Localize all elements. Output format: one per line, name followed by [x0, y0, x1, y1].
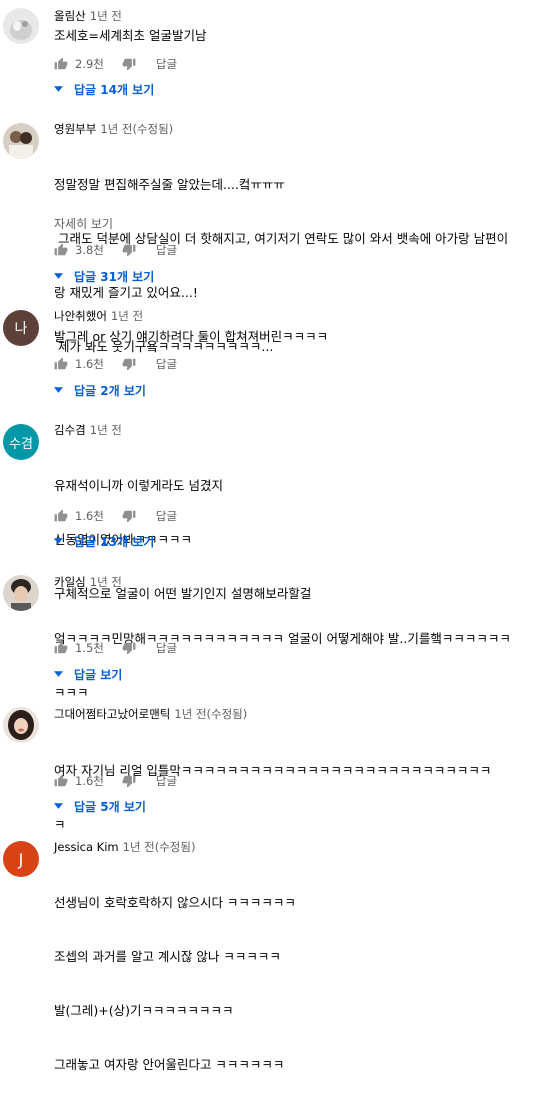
reply-button[interactable]: 답글 [156, 56, 177, 72]
comment-line: 조세호=세계최초 얼굴발기남 [54, 28, 207, 43]
comment-time[interactable]: 1년 전 [90, 423, 122, 437]
comment-text: 조세호=세계최초 얼굴발기남 [54, 27, 206, 45]
thumbs-down-icon[interactable] [122, 243, 136, 257]
view-replies-label: 답글 13개 보기 [74, 534, 155, 549]
thumbs-up-icon[interactable] [54, 641, 68, 655]
comment-time[interactable]: 1년 전 [90, 575, 122, 589]
view-replies-button[interactable]: 답글 13개 보기 [54, 532, 154, 550]
comment-time[interactable]: 1년 전(수정됨) [100, 122, 173, 136]
view-replies-label: 답글 5개 보기 [74, 799, 146, 814]
view-replies-button[interactable]: 답글 2개 보기 [54, 381, 146, 399]
caret-down-icon [54, 671, 63, 677]
like-count: 2.9천 [75, 57, 104, 71]
comment-line: 발그레 or 상기 얘기하려다 둘이 합쳐져버린ㅋㅋㅋㅋ [54, 329, 329, 344]
like-count: 1.6천 [75, 774, 104, 788]
woman-photo-avatar[interactable] [3, 707, 39, 743]
view-replies-button[interactable]: 답글 14개 보기 [54, 80, 154, 98]
caret-down-icon [54, 387, 63, 393]
view-replies-label: 답글 14개 보기 [74, 82, 155, 97]
like-count: 1.6천 [75, 509, 104, 523]
view-replies-button[interactable]: 답글 5개 보기 [54, 797, 146, 815]
view-replies-label: 답글 보기 [74, 667, 123, 682]
view-replies-label: 답글 31개 보기 [74, 269, 155, 284]
avatar-letter: 나 [14, 321, 28, 337]
comment-time[interactable]: 1년 전 [111, 309, 143, 323]
caret-down-icon [54, 538, 63, 544]
thumbs-down-icon[interactable] [122, 774, 136, 788]
avatar-letter: 수겸 [9, 436, 33, 452]
caret-down-icon [54, 803, 63, 809]
reply-button[interactable]: 답글 [156, 242, 177, 258]
thumbs-up-icon[interactable] [54, 357, 68, 371]
thumbs-down-icon[interactable] [122, 357, 136, 371]
like-count: 1.6천 [75, 357, 104, 371]
comment-author[interactable]: 카일심 [54, 575, 86, 589]
comment-text: 발그레 or 상기 얘기하려다 둘이 합쳐져버린ㅋㅋㅋㅋ [54, 328, 328, 346]
show-more-link[interactable]: 자세히 보기 [54, 215, 113, 232]
like-count: 1.5천 [75, 641, 104, 655]
reply-button[interactable]: 답글 [156, 508, 177, 524]
comment-author[interactable]: 나안취했어 [54, 309, 107, 323]
comment-time[interactable]: 1년 전(수정됨) [123, 840, 196, 854]
thumbs-up-icon[interactable] [54, 774, 68, 788]
thumbs-down-icon[interactable] [122, 57, 136, 71]
comment-line: 유재석이니까 이렇게라도 넘겼지 [54, 478, 223, 493]
comment-line: 랑 재밌게 즐기고 있어요...! [54, 285, 198, 300]
comment-line: ㅋㅋㅋ [54, 685, 89, 700]
view-replies-button[interactable]: 답글 보기 [54, 665, 122, 683]
thumbs-up-icon[interactable] [54, 57, 68, 71]
comment-author[interactable]: 그대어쩜타고났어로맨틱 [54, 707, 170, 721]
comment-time[interactable]: 1년 전 [90, 9, 122, 23]
avatar-letter: J [18, 849, 24, 869]
reply-button[interactable]: 답글 [156, 640, 177, 656]
thumbs-down-icon[interactable] [122, 641, 136, 655]
comment-author[interactable]: 김수겸 [54, 423, 86, 437]
comment-line: 선생님이 호락호락하지 않으시다 ㅋㅋㅋㅋㅋㅋ [54, 895, 296, 910]
comment-line: 발(그레)+(상)기ㅋㅋㅋㅋㅋㅋㅋㅋ [54, 1003, 234, 1018]
comment-author[interactable]: 올림산 [54, 9, 86, 23]
caret-down-icon [54, 86, 63, 92]
letter-avatar[interactable]: 수겸 [3, 424, 39, 460]
comment-line: 조셉의 과거를 알고 계시잖 않나 ㅋㅋㅋㅋㅋ [54, 949, 281, 964]
comment-line: 그래놓고 여자랑 안어울린다고 ㅋㅋㅋㅋㅋㅋ [54, 1057, 285, 1072]
like-count: 3.8천 [75, 243, 104, 257]
comment-text: 선생님이 호락호락하지 않으시다 ㅋㅋㅋㅋㅋㅋ 조셉의 과거를 알고 계시잖 않… [54, 858, 296, 1110]
cat-photo-avatar[interactable] [3, 8, 39, 44]
view-replies-label: 답글 2개 보기 [74, 383, 146, 398]
comment-author[interactable]: Jessica Kim [54, 840, 119, 854]
view-replies-button[interactable]: 답글 31개 보기 [54, 267, 154, 285]
reply-button[interactable]: 답글 [156, 356, 177, 372]
caret-down-icon [54, 273, 63, 279]
comment-time[interactable]: 1년 전(수정됨) [174, 707, 247, 721]
reply-button[interactable]: 답글 [156, 773, 177, 789]
couple-photo-avatar[interactable] [3, 123, 39, 159]
letter-avatar[interactable]: J [3, 841, 39, 877]
man-photo-avatar[interactable] [3, 575, 39, 611]
thumbs-up-icon[interactable] [54, 509, 68, 523]
letter-avatar[interactable]: 나 [3, 310, 39, 346]
comment-line: 정말정말 편집해주실줄 알았는데....컼ㅠㅠㅠ [54, 177, 285, 192]
thumbs-up-icon[interactable] [54, 243, 68, 257]
thumbs-down-icon[interactable] [122, 509, 136, 523]
comment-line: ㅋ [54, 817, 66, 832]
comment-author[interactable]: 영원부부 [54, 122, 96, 136]
